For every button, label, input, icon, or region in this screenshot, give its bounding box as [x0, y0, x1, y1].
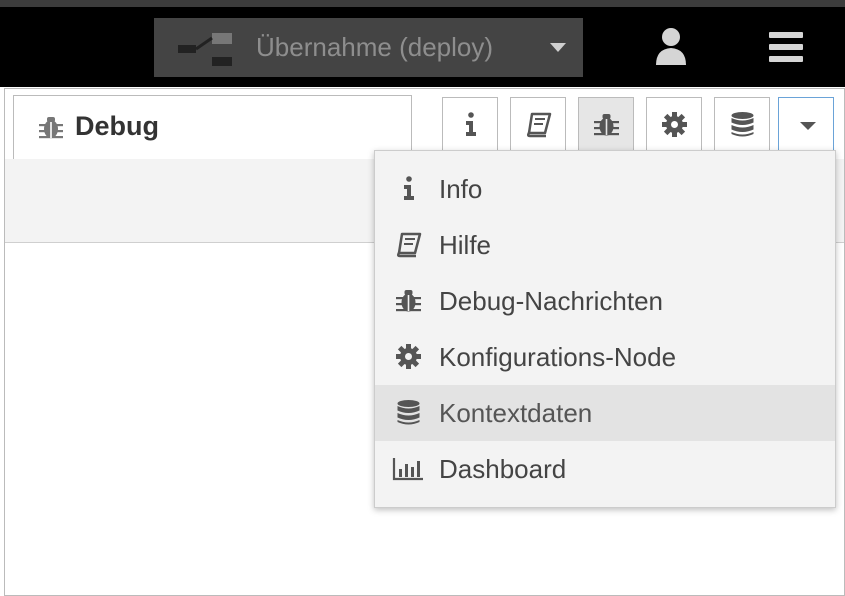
info-icon [466, 112, 476, 136]
tab-button-help[interactable] [510, 97, 566, 151]
tab-button-more[interactable] [778, 97, 834, 151]
gear-icon [662, 112, 687, 137]
tab-button-info[interactable] [442, 97, 498, 151]
caret-down-icon [800, 122, 816, 130]
tab-button-context[interactable] [714, 97, 770, 151]
menu-item-info[interactable]: Info [375, 161, 835, 217]
bug-icon [39, 117, 63, 139]
tab-debug-label: Debug [75, 111, 159, 141]
menu-item-label: Debug-Nachrichten [439, 286, 664, 316]
bug-icon [594, 114, 619, 136]
user-button[interactable] [650, 25, 692, 69]
top-strip [0, 0, 845, 7]
bug-icon [396, 290, 421, 312]
menu-item-label: Konfigurations-Node [439, 342, 677, 372]
main-menu-button[interactable] [765, 29, 807, 65]
database-icon [397, 400, 420, 425]
menu-item-context-data[interactable]: Kontextdaten [375, 385, 835, 441]
menu-item-label: Info [439, 174, 483, 204]
user-icon [656, 28, 686, 65]
hamburger-icon [769, 32, 803, 38]
deploy-label: Übernahme (deploy) [256, 32, 494, 62]
info-icon [404, 176, 414, 200]
tab-debug[interactable]: Debug [13, 95, 412, 159]
menu-item-debug[interactable]: Debug-Nachrichten [375, 273, 835, 329]
menu-item-config-nodes[interactable]: Konfigurations-Node [375, 329, 835, 385]
deploy-button[interactable]: Übernahme (deploy) [154, 18, 583, 77]
header-bar: Übernahme (deploy) [0, 7, 845, 87]
menu-item-dashboard[interactable]: Dashboard [375, 441, 835, 497]
deploy-icon [178, 33, 232, 66]
tab-button-debug[interactable] [578, 97, 634, 151]
menu-item-label: Dashboard [439, 454, 567, 484]
book-icon [396, 232, 422, 258]
deploy-caret-icon[interactable] [550, 43, 566, 52]
database-icon [731, 112, 754, 137]
bar-chart-icon [392, 458, 423, 481]
menu-item-label: Kontextdaten [439, 398, 593, 428]
sidebar-tab-bar: Debug [5, 89, 844, 159]
menu-item-help[interactable]: Hilfe [375, 217, 835, 273]
book-icon [526, 112, 552, 138]
gear-icon [396, 344, 421, 369]
menu-item-label: Hilfe [439, 230, 492, 260]
tab-button-config[interactable] [646, 97, 702, 151]
sidebar-tab-dropdown: Info Hilfe Debug-Nachrichten Konfigurati… [374, 150, 836, 508]
